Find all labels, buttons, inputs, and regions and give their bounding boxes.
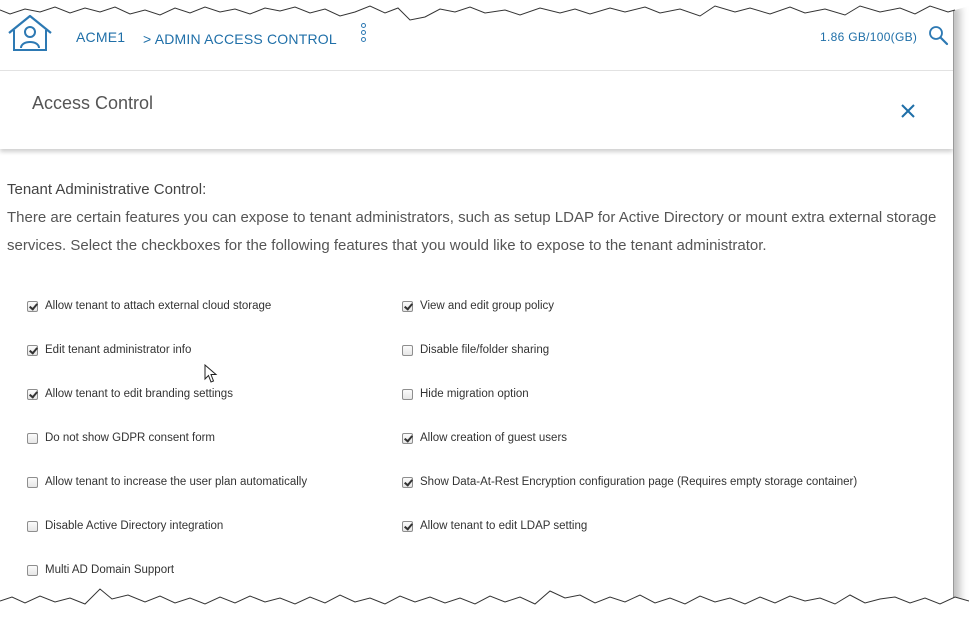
option-label: Edit tenant administrator info xyxy=(45,344,192,356)
option-view-edit-group-policy[interactable]: View and edit group policy xyxy=(402,297,554,315)
top-navigation-bar: ACME1 > ADMIN ACCESS CONTROL 1.86 GB/100… xyxy=(0,0,953,71)
option-allow-guest-users[interactable]: Allow creation of guest users xyxy=(402,429,567,447)
home-button[interactable] xyxy=(6,12,54,54)
checkbox[interactable] xyxy=(27,432,38,444)
option-data-at-rest-encryption[interactable]: Show Data-At-Rest Encryption configurati… xyxy=(402,473,857,491)
option-attach-external-cloud-storage[interactable]: Allow tenant to attach external cloud st… xyxy=(27,297,271,315)
checkbox[interactable] xyxy=(402,388,413,400)
option-label: Show Data-At-Rest Encryption configurati… xyxy=(420,476,858,488)
checkbox[interactable] xyxy=(402,520,413,532)
panel-header: Access Control xyxy=(0,71,953,149)
option-auto-increase-user-plan[interactable]: Allow tenant to increase the user plan a… xyxy=(27,473,307,491)
option-edit-branding-settings[interactable]: Allow tenant to edit branding settings xyxy=(27,385,233,403)
option-label: View and edit group policy xyxy=(420,300,555,312)
breadcrumb-tenant[interactable]: ACME1 xyxy=(76,29,125,45)
close-button[interactable] xyxy=(899,102,917,120)
option-edit-ldap-setting[interactable]: Allow tenant to edit LDAP setting xyxy=(402,517,587,535)
option-label: Multi AD Domain Support xyxy=(45,564,175,576)
option-label: Allow tenant to edit LDAP setting xyxy=(420,520,588,532)
home-user-icon xyxy=(8,14,52,51)
option-label: Allow creation of guest users xyxy=(420,432,568,444)
option-edit-tenant-admin-info[interactable]: Edit tenant administrator info xyxy=(27,341,191,359)
checkbox[interactable] xyxy=(402,432,413,444)
option-hide-gdpr-consent[interactable]: Do not show GDPR consent form xyxy=(27,429,215,447)
option-label: Disable file/folder sharing xyxy=(420,344,550,356)
page-title: Access Control xyxy=(32,93,154,113)
checkbox[interactable] xyxy=(27,520,38,532)
checkbox[interactable] xyxy=(27,388,38,400)
option-label: Hide migration option xyxy=(420,388,529,400)
checkbox[interactable] xyxy=(402,476,413,488)
option-label: Allow tenant to attach external cloud st… xyxy=(45,300,272,312)
section-description: There are certain features you can expos… xyxy=(7,209,937,254)
checkbox[interactable] xyxy=(27,344,38,356)
search-button[interactable] xyxy=(927,24,949,46)
checkbox[interactable] xyxy=(27,300,38,312)
option-hide-migration[interactable]: Hide migration option xyxy=(402,385,529,403)
option-disable-sharing[interactable]: Disable file/folder sharing xyxy=(402,341,549,359)
section-heading: Tenant Administrative Control: xyxy=(7,181,207,198)
close-icon xyxy=(901,104,915,118)
search-icon xyxy=(929,26,949,46)
option-label: Allow tenant to edit branding settings xyxy=(45,388,233,400)
app-window: ACME1 > ADMIN ACCESS CONTROL 1.86 GB/100… xyxy=(0,0,954,605)
breadcrumb-current-page[interactable]: > ADMIN ACCESS CONTROL xyxy=(143,31,337,47)
more-options-icon[interactable] xyxy=(358,23,368,49)
option-disable-active-directory[interactable]: Disable Active Directory integration xyxy=(27,517,223,535)
checkbox[interactable] xyxy=(27,564,38,576)
option-label: Disable Active Directory integration xyxy=(45,520,224,532)
checkbox[interactable] xyxy=(402,344,413,356)
option-multi-ad-domain[interactable]: Multi AD Domain Support xyxy=(27,561,174,579)
storage-usage: 1.86 GB/100(GB) xyxy=(820,30,918,44)
checkbox[interactable] xyxy=(402,300,413,312)
mouse-cursor-icon xyxy=(204,364,218,383)
option-label: Do not show GDPR consent form xyxy=(45,432,216,444)
checkbox[interactable] xyxy=(27,476,38,488)
option-label: Allow tenant to increase the user plan a… xyxy=(45,476,308,488)
